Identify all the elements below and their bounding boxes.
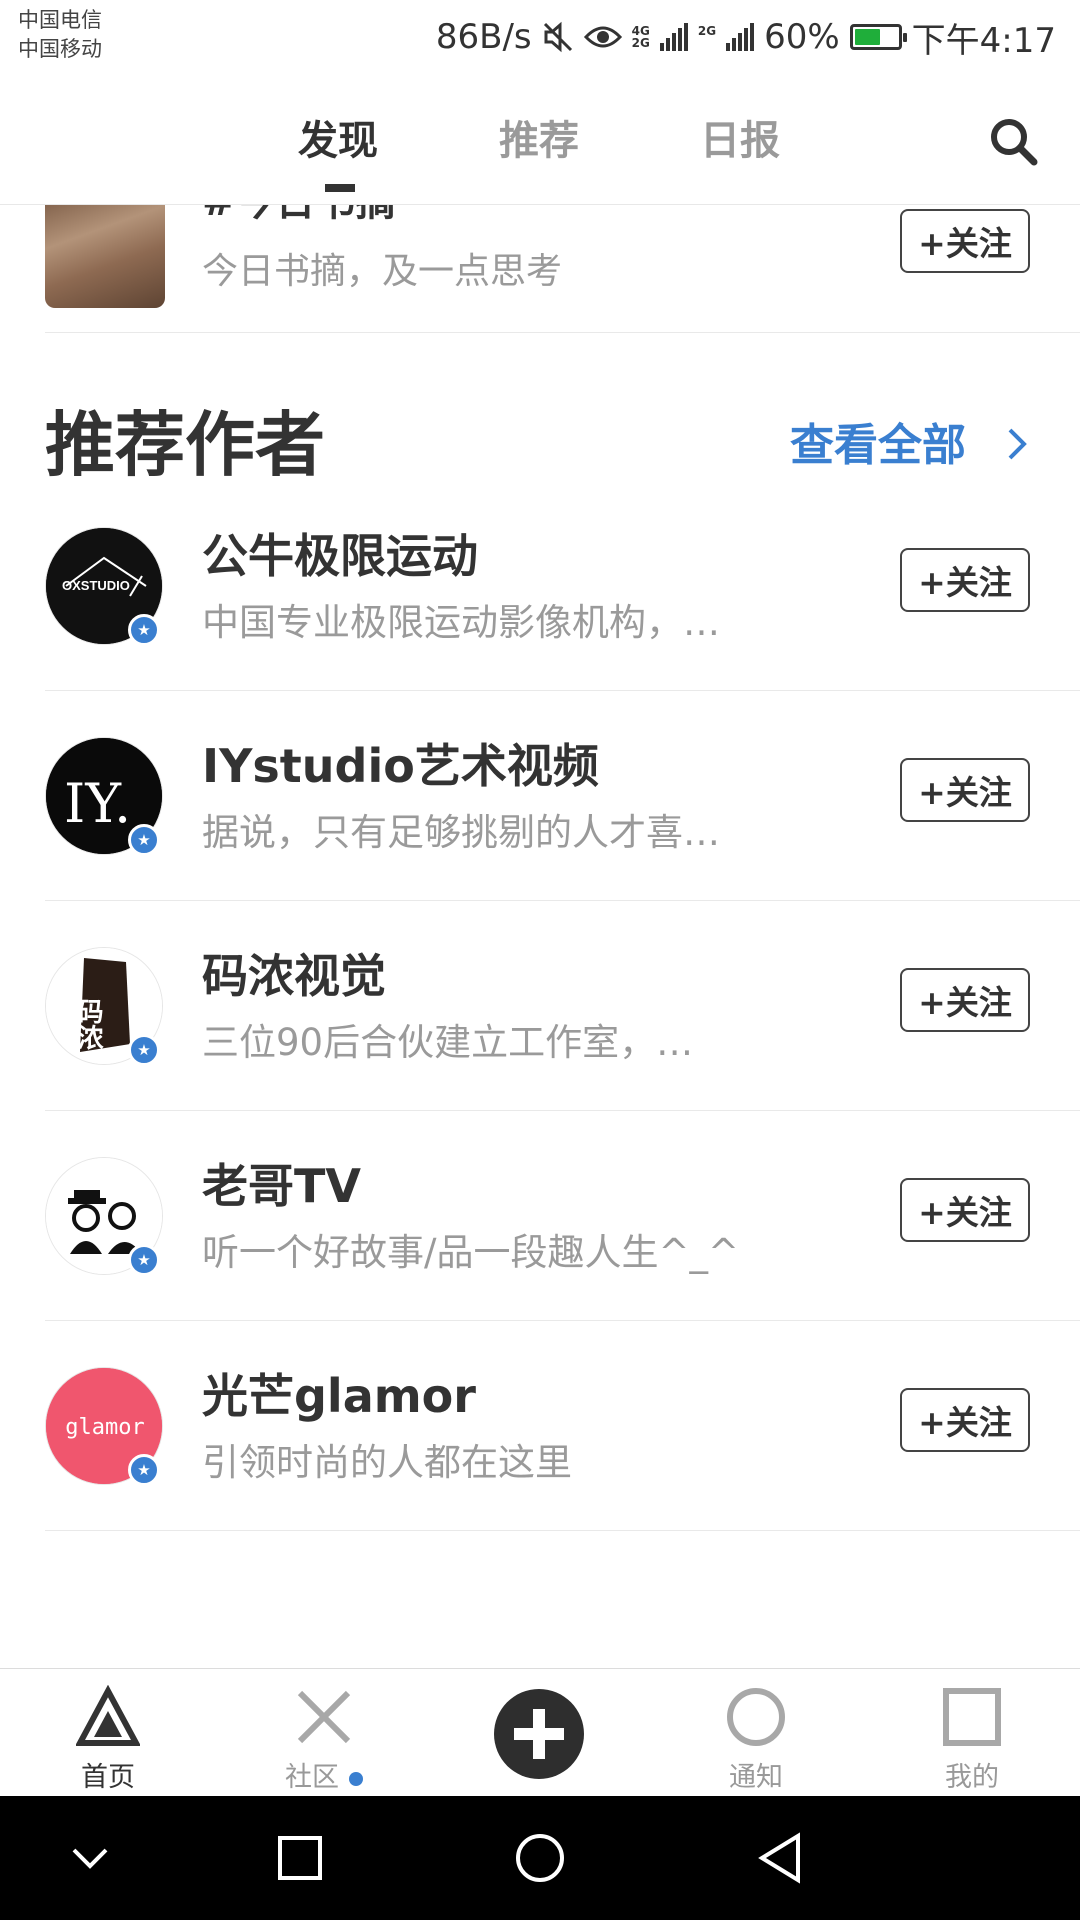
avatar-text: IY. bbox=[64, 772, 131, 835]
bottom-nav: 首页 社区 通知 我的 bbox=[0, 1668, 1080, 1797]
chevron-down-icon[interactable] bbox=[60, 1828, 120, 1888]
topic-row[interactable]: #今日书摘 今日书摘，及一点思考 +关注 bbox=[0, 204, 1080, 334]
follow-button[interactable]: +关注 bbox=[900, 209, 1030, 273]
network-type-2: 2G bbox=[698, 25, 716, 49]
chevron-right-icon[interactable] bbox=[1002, 422, 1032, 466]
follow-button[interactable]: +关注 bbox=[900, 968, 1030, 1032]
author-row[interactable]: OXSTUDIO ★ 公牛极限运动 中国专业极限运动影像机构，… +关注 bbox=[0, 502, 1080, 712]
nav-notifications-label: 通知 bbox=[729, 1762, 783, 1793]
battery-fill bbox=[854, 29, 880, 45]
author-desc: 三位90后合伙建立工作室，… bbox=[202, 1021, 694, 1064]
verified-badge-icon: ★ bbox=[128, 1034, 160, 1066]
author-desc: 引领时尚的人都在这里 bbox=[202, 1441, 572, 1484]
recents-square-icon[interactable] bbox=[270, 1828, 330, 1888]
author-row[interactable]: IY. ★ IYstudio艺术视频 据说，只有足够挑剔的人才喜… +关注 bbox=[0, 712, 1080, 922]
clock: 下午4:17 bbox=[911, 20, 1056, 61]
nav-notifications[interactable]: 通知 bbox=[648, 1669, 864, 1797]
status-bar: 中国电信 中国移动 86B/s 4G 2G 2G 60% 下午4:17 bbox=[0, 0, 1080, 74]
divider bbox=[45, 1110, 1080, 1111]
follow-button[interactable]: +关注 bbox=[900, 548, 1030, 612]
search-icon[interactable] bbox=[986, 114, 1042, 170]
carrier-2: 中国移动 bbox=[18, 37, 102, 61]
active-tab-indicator bbox=[325, 184, 355, 192]
verified-badge-icon: ★ bbox=[128, 1454, 160, 1486]
square-icon bbox=[943, 1688, 1001, 1746]
avatar-text: OXSTUDIO bbox=[62, 578, 130, 593]
circle-icon bbox=[727, 1688, 785, 1746]
verified-badge-icon: ★ bbox=[128, 1244, 160, 1276]
tab-recommend[interactable]: 推荐 bbox=[499, 108, 579, 166]
author-row[interactable]: ★ 老哥TV 听一个好故事/品一段趣人生^_^ +关注 bbox=[0, 1132, 1080, 1342]
nav-home-label: 首页 bbox=[81, 1762, 135, 1793]
divider bbox=[45, 1320, 1080, 1321]
home-circle-icon[interactable] bbox=[510, 1828, 570, 1888]
net-speed: 86B/s bbox=[435, 17, 532, 57]
author-row[interactable]: glamor ★ 光芒glamor 引领时尚的人都在这里 +关注 bbox=[0, 1342, 1080, 1552]
system-nav-bar bbox=[0, 1796, 1080, 1920]
author-desc: 中国专业极限运动影像机构，… bbox=[202, 601, 720, 644]
author-row[interactable]: 码浓 ★ 码浓视觉 三位90后合伙建立工作室，… +关注 bbox=[0, 922, 1080, 1132]
divider bbox=[45, 900, 1080, 901]
avatar-text: glamor bbox=[65, 1415, 144, 1440]
verified-badge-icon: ★ bbox=[128, 614, 160, 646]
back-triangle-icon[interactable] bbox=[750, 1828, 810, 1888]
nav-home[interactable]: 首页 bbox=[0, 1669, 216, 1797]
topic-thumbnail bbox=[45, 204, 165, 308]
divider bbox=[45, 690, 1080, 691]
verified-badge-icon: ★ bbox=[128, 824, 160, 856]
follow-button[interactable]: +关注 bbox=[900, 1388, 1030, 1452]
signal-icon-1 bbox=[659, 23, 688, 51]
battery-icon bbox=[849, 24, 907, 50]
triangle-icon bbox=[76, 1685, 140, 1746]
nav-community[interactable]: 社区 bbox=[216, 1669, 432, 1797]
author-desc: 听一个好故事/品一段趣人生^_^ bbox=[202, 1231, 739, 1274]
author-name: 码浓视觉 bbox=[202, 949, 386, 1003]
topic-desc: 今日书摘，及一点思考 bbox=[202, 251, 563, 292]
follow-button[interactable]: +关注 bbox=[900, 758, 1030, 822]
add-button[interactable] bbox=[494, 1689, 584, 1779]
eye-icon bbox=[583, 26, 622, 48]
status-icons: 86B/s 4G 2G 2G 60% 下午4:17 bbox=[436, 12, 1056, 62]
topic-title: #今日书摘 bbox=[202, 204, 396, 227]
divider bbox=[45, 332, 1080, 333]
follow-button[interactable]: +关注 bbox=[900, 1178, 1030, 1242]
tab-discover[interactable]: 发现 bbox=[298, 108, 378, 166]
carrier-info: 中国电信 中国移动 bbox=[18, 6, 102, 64]
author-name: IYstudio艺术视频 bbox=[202, 739, 599, 793]
author-name: 光芒glamor bbox=[202, 1369, 476, 1423]
battery-percent: 60% bbox=[764, 17, 840, 57]
nav-community-label: 社区 bbox=[285, 1762, 339, 1793]
top-nav: 发现 推荐 日报 bbox=[0, 74, 1080, 205]
nav-mine-label: 我的 bbox=[945, 1762, 999, 1793]
carrier-1: 中国电信 bbox=[18, 8, 102, 32]
net-type-1b: 2G bbox=[631, 36, 650, 50]
section-title: 推荐作者 bbox=[45, 404, 325, 486]
mute-icon bbox=[543, 21, 572, 53]
plus-icon bbox=[514, 1709, 564, 1759]
divider bbox=[45, 1530, 1080, 1531]
author-name: 公牛极限运动 bbox=[202, 529, 478, 583]
see-all-link[interactable]: 查看全部 bbox=[790, 409, 966, 473]
content-scroll[interactable]: #今日书摘 今日书摘，及一点思考 +关注 推荐作者 查看全部 OXSTUDIO … bbox=[0, 204, 1080, 1668]
network-type-1: 4G 2G bbox=[632, 25, 650, 49]
tab-daily[interactable]: 日报 bbox=[700, 108, 780, 166]
signal-icon-2 bbox=[726, 23, 755, 51]
avatar-text: 码浓 bbox=[73, 998, 103, 1051]
author-desc: 据说，只有足够挑剔的人才喜… bbox=[202, 811, 720, 854]
cross-icon bbox=[297, 1690, 351, 1744]
nav-mine[interactable]: 我的 bbox=[864, 1669, 1080, 1797]
nav-community-label-wrap: 社区 bbox=[216, 1755, 432, 1794]
notification-dot bbox=[349, 1771, 363, 1786]
author-name: 老哥TV bbox=[202, 1159, 361, 1213]
